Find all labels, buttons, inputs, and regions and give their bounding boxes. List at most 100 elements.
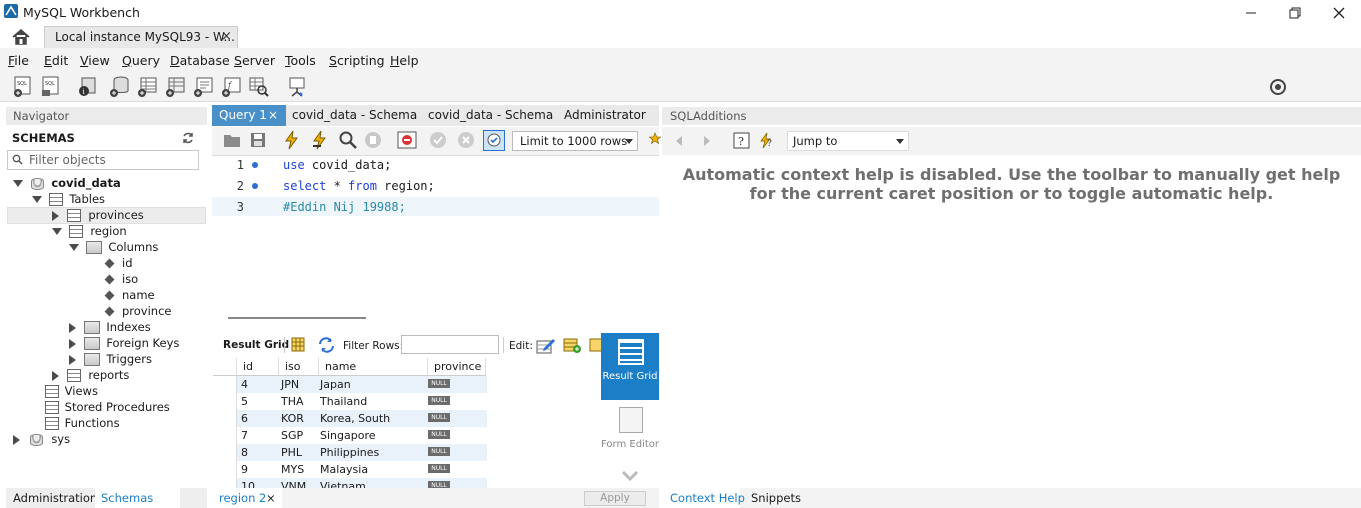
tree-schema-covid-data[interactable]: covid_data [13,176,121,192]
bookmark-star-icon[interactable] [649,132,661,148]
cell-province[interactable]: NULL [428,481,450,488]
tree-column-name[interactable]: name [104,288,155,304]
collapse-arrow-icon[interactable] [69,338,76,349]
column-header-name[interactable]: name [319,358,428,376]
cell-name[interactable]: Philippines [320,444,379,461]
scrollbar-thumb[interactable] [228,317,366,319]
tree-column-iso[interactable]: iso [104,272,138,288]
result-grid-button[interactable]: Result Grid [601,333,659,400]
execute-icon[interactable] [282,130,302,150]
cell-id[interactable]: 6 [241,410,248,427]
toggle-error-stop-icon[interactable] [397,131,417,149]
tree-table-region[interactable]: region [52,224,127,240]
table-row[interactable]: 6 KOR Korea, South NULL [213,410,487,427]
menu-edit[interactable]: Edit [44,53,68,68]
new-sql-tab-icon[interactable]: SQL [12,76,34,98]
table-row[interactable]: 8 PHL Philippines NULL [213,444,487,461]
edit-row-icon[interactable] [536,336,555,354]
column-header-province[interactable]: province [428,358,486,376]
collapse-arrow-icon[interactable] [52,370,59,381]
table-row[interactable]: 9 MYS Malaysia NULL [213,461,487,478]
cell-province[interactable]: NULL [428,413,450,422]
create-procedure-icon[interactable] [192,76,214,98]
refresh-icon[interactable] [181,131,195,145]
cell-iso[interactable]: SGP [281,427,303,444]
row-selector[interactable] [213,444,237,461]
tab-query-1[interactable]: Query 1 × [212,105,286,126]
cell-name[interactable]: Japan [320,376,351,393]
cell-name[interactable]: Thailand [320,393,367,410]
tree-triggers[interactable]: Triggers [69,352,152,368]
tab-administrator[interactable]: Administrator [558,105,652,126]
table-row[interactable]: 4 JPN Japan NULL [213,376,487,393]
execute-current-icon[interactable] [310,130,330,150]
tree-functions[interactable]: Functions [45,416,120,432]
jump-to-select[interactable]: Jump to [787,131,909,151]
cell-name[interactable]: Singapore [320,427,376,444]
inspector-icon[interactable]: i [76,76,98,98]
menu-database[interactable]: Database [170,53,230,68]
reconnect-icon[interactable] [286,76,308,98]
expand-arrow-icon[interactable] [32,196,42,203]
create-view-icon[interactable] [164,76,186,98]
sql-editor[interactable] [212,155,659,313]
cell-id[interactable]: 8 [241,444,248,461]
cell-province[interactable]: NULL [428,464,450,473]
menu-help[interactable]: Help [390,53,419,68]
collapse-arrow-icon[interactable] [13,434,20,445]
limit-rows-select[interactable]: Limit to 1000 rows [512,131,638,151]
table-row[interactable]: 7 SGP Singapore NULL [213,427,487,444]
table-row[interactable]: 10 VNM Vietnam NULL [213,478,487,488]
restore-icon[interactable] [1272,0,1318,26]
cell-name[interactable]: Malaysia [320,461,368,478]
tree-stored-procedures[interactable]: Stored Procedures [45,400,170,416]
tab-region-2[interactable]: region 2 [219,491,266,505]
cell-id[interactable]: 4 [241,376,248,393]
tab-context-help[interactable]: Context Help [670,491,745,505]
rollback-icon[interactable] [457,131,475,149]
filter-objects-input[interactable]: Filter objects [7,150,199,170]
expand-arrow-icon[interactable] [69,244,79,251]
grid-layout-icon[interactable] [291,337,305,352]
cell-iso[interactable]: VNM [281,478,306,488]
row-selector[interactable] [213,461,237,478]
settings-icon[interactable] [1267,76,1289,98]
menu-scripting[interactable]: Scripting [329,53,385,68]
table-row[interactable]: 5 THA Thailand NULL [213,393,487,410]
insert-row-icon[interactable] [563,336,582,354]
create-schema-icon[interactable] [108,76,130,98]
tab-administration[interactable]: Administration [13,491,97,505]
tab-covid-data-schema-1[interactable]: covid_data - Schema [286,105,423,126]
tab-schemas[interactable]: Schemas [101,491,153,505]
tree-column-province[interactable]: province [104,304,172,320]
menu-file[interactable]: File [8,53,29,68]
tab-covid-data-schema-2[interactable]: covid_data - Schema [422,105,559,126]
close-tab-icon[interactable]: × [221,29,232,44]
menu-view[interactable]: View [80,53,110,68]
save-icon[interactable] [250,132,266,148]
row-selector[interactable] [213,393,237,410]
open-folder-icon[interactable] [223,132,241,148]
row-selector[interactable] [213,376,237,393]
tree-table-provinces[interactable]: provinces [52,208,144,224]
row-selector[interactable] [213,427,237,444]
apply-button[interactable]: Apply [584,491,646,506]
close-icon[interactable] [1316,0,1361,26]
cell-province[interactable]: NULL [428,430,450,439]
autocommit-toggle-icon[interactable] [483,130,505,151]
manual-help-icon[interactable]: ? [733,132,750,149]
stop-icon[interactable] [364,131,382,149]
cell-iso[interactable]: MYS [281,461,304,478]
tree-tables[interactable]: Tables [32,192,105,208]
cell-iso[interactable]: THA [281,393,304,410]
back-arrow-icon[interactable] [674,135,684,147]
collapse-arrow-icon[interactable] [69,322,76,333]
tab-snippets[interactable]: Snippets [751,491,801,505]
column-header-id[interactable]: id [237,358,279,376]
tree-columns[interactable]: Columns [69,240,158,256]
expand-arrow-icon[interactable] [13,180,23,187]
commit-icon[interactable] [429,131,447,149]
create-function-icon[interactable]: f [220,76,242,98]
tree-foreign-keys[interactable]: Foreign Keys [69,336,179,352]
cell-id[interactable]: 7 [241,427,248,444]
